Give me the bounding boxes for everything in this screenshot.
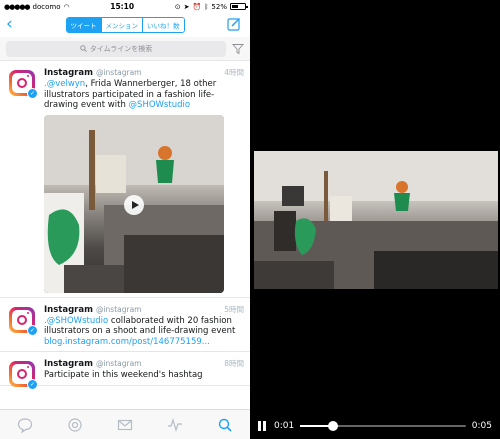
tab-home[interactable] — [16, 416, 34, 434]
signal-icon: ●●●●● — [4, 2, 31, 11]
tweet-author-name[interactable]: Instagram — [44, 359, 93, 369]
tweet-video-thumbnail[interactable] — [44, 114, 224, 293]
tweet-text: Participate in this weekend's hashtag — [44, 370, 203, 380]
filter-icon[interactable] — [232, 43, 244, 55]
speech-bubble-icon — [17, 417, 33, 433]
video-player: 0:01 0:05 — [250, 0, 500, 439]
player-controls: 0:01 0:05 — [250, 413, 500, 439]
tweet-item[interactable]: ✓ Instagram @instagram 8時間 Participate i… — [0, 352, 250, 390]
tweet-time: 4時間 — [224, 68, 244, 77]
verified-icon: ✓ — [27, 324, 38, 336]
tweet-author-handle[interactable]: @instagram — [96, 68, 142, 77]
tweet-item[interactable]: ✓ Instagram @instagram 4時間 .@velwyn, Fri… — [0, 61, 250, 298]
seek-handle[interactable] — [328, 421, 339, 431]
search-icon — [79, 45, 87, 52]
alarm-icon: ⏰ — [192, 2, 202, 11]
tweet-time: 8時間 — [224, 359, 244, 368]
url-link[interactable]: blog.instagram.com/post/146775159... — [44, 337, 210, 347]
bottom-tab-bar — [0, 409, 250, 439]
tweet-item[interactable]: ✓ Instagram @instagram 5時間 .@SHOWstudio … — [0, 298, 250, 352]
tweet-author-name[interactable]: Instagram — [44, 305, 93, 315]
envelope-icon — [117, 419, 133, 430]
search-input[interactable]: タイムラインを検索 — [6, 40, 226, 57]
activity-icon — [168, 417, 182, 432]
mention-link[interactable]: .@velwyn — [44, 79, 85, 89]
location-icon: ➤ — [183, 2, 190, 11]
tweet-author-name[interactable]: Instagram — [44, 68, 93, 78]
tab-likes[interactable]: いいね！数 — [142, 18, 184, 32]
search-icon — [218, 418, 232, 432]
tab-mentions-bottom[interactable] — [66, 416, 84, 434]
battery-icon — [229, 3, 248, 10]
lock-icon: ⊙ — [174, 2, 181, 11]
verified-icon: ✓ — [27, 379, 38, 390]
video-frame[interactable] — [254, 151, 498, 289]
tweet-author-handle[interactable]: @instagram — [96, 359, 142, 368]
tweet-time: 5時間 — [224, 304, 244, 314]
battery-label: 52% — [211, 2, 227, 11]
search-row: タイムラインを検索 — [0, 37, 250, 61]
tab-activity[interactable] — [166, 416, 184, 434]
clock: 15:10 — [110, 2, 135, 11]
wifi-icon: ◠ — [63, 2, 70, 11]
timeline-segment-control: ツイート メンション いいね！数 — [65, 17, 185, 33]
studio-scene-image — [254, 151, 498, 289]
status-bar: ●●●●● docomo ◠ 15:10 ⊙ ➤ ⏰ ᛒ 52% — [0, 0, 250, 13]
mention-link[interactable]: @SHOWstudio — [129, 100, 191, 110]
chevron-left-icon[interactable]: ‹ — [6, 16, 13, 33]
seek-slider[interactable] — [300, 421, 466, 431]
tab-search[interactable] — [216, 416, 234, 434]
mention-link[interactable]: .@SHOWstudio — [44, 316, 108, 326]
current-time: 0:01 — [274, 421, 295, 431]
tab-mentions[interactable]: メンション — [100, 18, 142, 32]
twitter-app: ●●●●● docomo ◠ 15:10 ⊙ ➤ ⏰ ᛒ 52% ‹ ツイート … — [0, 0, 250, 439]
at-sign-icon — [68, 417, 82, 432]
bluetooth-icon: ᛒ — [204, 2, 209, 11]
search-placeholder: タイムラインを検索 — [89, 44, 153, 53]
compose-icon[interactable] — [227, 17, 241, 31]
play-icon[interactable] — [124, 194, 144, 215]
tweet-text: .@velwyn, Frida Wannerberger, 18 other i… — [44, 79, 244, 111]
tab-tweets[interactable]: ツイート — [66, 18, 101, 32]
tweet-author-handle[interactable]: @instagram — [96, 305, 142, 314]
carrier-label: docomo — [32, 2, 61, 11]
verified-icon: ✓ — [27, 88, 38, 99]
navigation-bar: ‹ ツイート メンション いいね！数 — [0, 13, 250, 37]
tweet-text: .@SHOWstudio collaborated with 20 fashio… — [44, 316, 244, 348]
tab-messages[interactable] — [116, 416, 134, 434]
duration: 0:05 — [471, 421, 492, 431]
pause-icon[interactable] — [258, 421, 268, 431]
